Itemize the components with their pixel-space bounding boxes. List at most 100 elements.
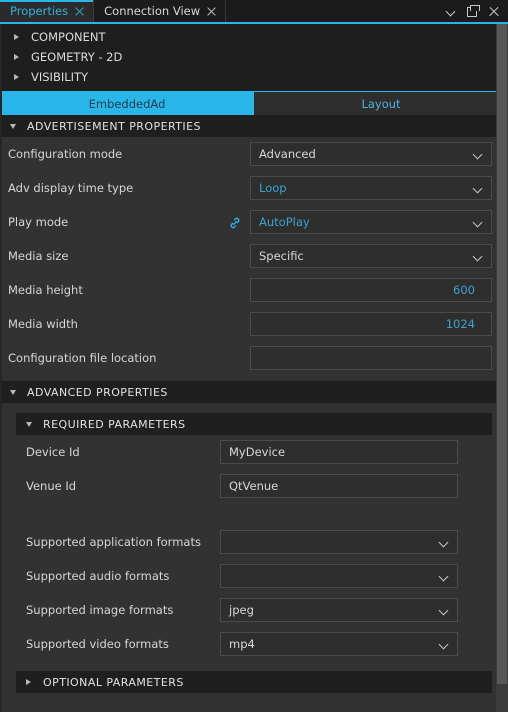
label-supported-video-formats: Supported video formats: [26, 637, 169, 651]
dropdown-adv-display-time-type[interactable]: Loop: [250, 176, 492, 200]
chevron-down-icon[interactable]: [472, 183, 483, 194]
section-geometry-2d-label: GEOMETRY - 2D: [31, 50, 123, 64]
dropdown-supported-video-formats-value: mp4: [229, 637, 255, 651]
dropdown-supported-application-formats[interactable]: [220, 530, 458, 554]
input-device-id-value: MyDevice: [229, 445, 286, 459]
row-media-size: Media size Specific: [0, 239, 508, 273]
label-configuration-file-location: Configuration file location: [8, 351, 157, 365]
collapsed-sections: COMPONENT GEOMETRY - 2D VISIBILITY: [0, 24, 508, 91]
row-configuration-file-location: Configuration file location: [0, 341, 508, 375]
chevron-down-icon[interactable]: [472, 217, 483, 228]
label-device-id: Device Id: [26, 445, 80, 459]
tab-layout-label: Layout: [361, 96, 401, 111]
section-visibility-label: VISIBILITY: [31, 70, 89, 84]
chevron-down-icon[interactable]: [10, 123, 16, 129]
tab-connection-view-label: Connection View: [104, 4, 201, 18]
input-media-width[interactable]: 1024: [250, 312, 492, 336]
dropdown-supported-image-formats[interactable]: jpeg: [220, 598, 458, 622]
input-device-id[interactable]: MyDevice: [220, 440, 458, 464]
scrollbar-thumb[interactable]: [497, 24, 507, 684]
dropdown-supported-video-formats[interactable]: mp4: [220, 632, 458, 656]
label-media-size: Media size: [8, 249, 69, 263]
label-venue-id: Venue Id: [26, 479, 77, 493]
chevron-down-icon[interactable]: [438, 537, 449, 548]
tab-embeddedad-label: EmbeddedAd: [88, 96, 166, 111]
input-venue-id-value: QtVenue: [229, 479, 279, 493]
dropdown-play-mode[interactable]: AutoPlay: [250, 210, 492, 234]
label-configuration-mode: Configuration mode: [8, 147, 123, 161]
section-component[interactable]: COMPONENT: [0, 27, 508, 47]
label-adv-display-time-type: Adv display time type: [8, 181, 134, 195]
chevron-down-icon[interactable]: [472, 149, 483, 160]
input-configuration-file-location[interactable]: [250, 346, 492, 370]
dropdown-media-size-value: Specific: [259, 249, 304, 263]
section-optional-parameters[interactable]: OPTIONAL PARAMETERS: [16, 671, 492, 693]
chevron-down-icon[interactable]: [10, 389, 16, 395]
section-advanced-properties-label: ADVANCED PROPERTIES: [27, 385, 168, 399]
close-icon[interactable]: [74, 6, 85, 17]
component-tabs: EmbeddedAd Layout: [0, 91, 508, 115]
chevron-right-icon[interactable]: [14, 74, 19, 80]
row-supported-video-formats: Supported video formats mp4: [0, 627, 508, 661]
chevron-down-icon[interactable]: [438, 571, 449, 582]
row-device-id: Device Id MyDevice: [0, 435, 508, 469]
section-visibility[interactable]: VISIBILITY: [0, 67, 508, 87]
label-supported-image-formats: Supported image formats: [26, 603, 174, 617]
label-play-mode: Play mode: [8, 215, 69, 229]
tab-properties[interactable]: Properties: [0, 0, 95, 22]
section-geometry-2d[interactable]: GEOMETRY - 2D: [0, 47, 508, 67]
chevron-down-icon[interactable]: [26, 421, 32, 427]
float-window-icon[interactable]: [467, 5, 480, 17]
label-supported-audio-formats: Supported audio formats: [26, 569, 170, 583]
chevron-down-icon[interactable]: [472, 251, 483, 262]
close-icon[interactable]: [206, 6, 217, 17]
chevron-down-icon[interactable]: [438, 605, 449, 616]
chevron-right-icon[interactable]: [26, 679, 31, 685]
row-venue-id: Venue Id QtVenue: [0, 469, 508, 503]
window-controls: [438, 0, 508, 22]
row-supported-image-formats: Supported image formats jpeg: [0, 593, 508, 627]
section-optional-parameters-label: OPTIONAL PARAMETERS: [43, 675, 184, 689]
dropdown-configuration-mode[interactable]: Advanced: [250, 142, 492, 166]
row-media-height: Media height 600: [0, 273, 508, 307]
section-component-label: COMPONENT: [31, 30, 106, 44]
tab-bar-filler: [226, 0, 438, 22]
dropdown-adv-display-time-type-value: Loop: [259, 181, 287, 195]
input-media-height[interactable]: 600: [250, 278, 492, 302]
section-advertisement-properties[interactable]: ADVERTISEMENT PROPERTIES: [0, 115, 508, 137]
input-media-width-value: 1024: [445, 317, 475, 331]
properties-panel: Properties Connection View COMPONENT GEO…: [0, 0, 508, 712]
chevron-right-icon[interactable]: [14, 34, 19, 40]
dropdown-supported-image-formats-value: jpeg: [229, 603, 254, 617]
section-advertisement-properties-label: ADVERTISEMENT PROPERTIES: [27, 119, 201, 133]
chevron-right-icon[interactable]: [14, 54, 19, 60]
section-required-parameters-label: REQUIRED PARAMETERS: [43, 417, 186, 431]
tab-layout[interactable]: Layout: [254, 92, 508, 115]
vertical-scrollbar[interactable]: [496, 24, 508, 712]
row-configuration-mode: Configuration mode Advanced: [0, 137, 508, 171]
label-supported-application-formats: Supported application formats: [26, 535, 201, 549]
chevron-down-icon[interactable]: [438, 639, 449, 650]
row-supported-audio-formats: Supported audio formats: [0, 559, 508, 593]
link-icon[interactable]: [228, 215, 242, 229]
window-tab-bar: Properties Connection View: [0, 0, 508, 22]
tab-connection-view[interactable]: Connection View: [94, 0, 227, 22]
dropdown-configuration-mode-value: Advanced: [259, 147, 316, 161]
row-play-mode: Play mode AutoPlay: [0, 205, 508, 239]
input-venue-id[interactable]: QtVenue: [220, 474, 458, 498]
dropdown-media-size[interactable]: Specific: [250, 244, 492, 268]
row-media-width: Media width 1024: [0, 307, 508, 341]
dropdown-supported-audio-formats[interactable]: [220, 564, 458, 588]
section-required-parameters[interactable]: REQUIRED PARAMETERS: [16, 413, 492, 435]
close-icon[interactable]: [488, 5, 500, 17]
tab-embeddedad[interactable]: EmbeddedAd: [0, 92, 254, 115]
row-adv-display-time-type: Adv display time type Loop: [0, 171, 508, 205]
row-supported-application-formats: Supported application formats: [0, 525, 508, 559]
input-media-height-value: 600: [453, 283, 475, 297]
label-media-height: Media height: [8, 283, 83, 297]
label-media-width: Media width: [8, 317, 78, 331]
tab-properties-label: Properties: [10, 4, 69, 18]
section-advanced-properties[interactable]: ADVANCED PROPERTIES: [0, 381, 508, 403]
chevron-down-icon[interactable]: [446, 5, 458, 17]
dropdown-play-mode-value: AutoPlay: [259, 215, 310, 229]
